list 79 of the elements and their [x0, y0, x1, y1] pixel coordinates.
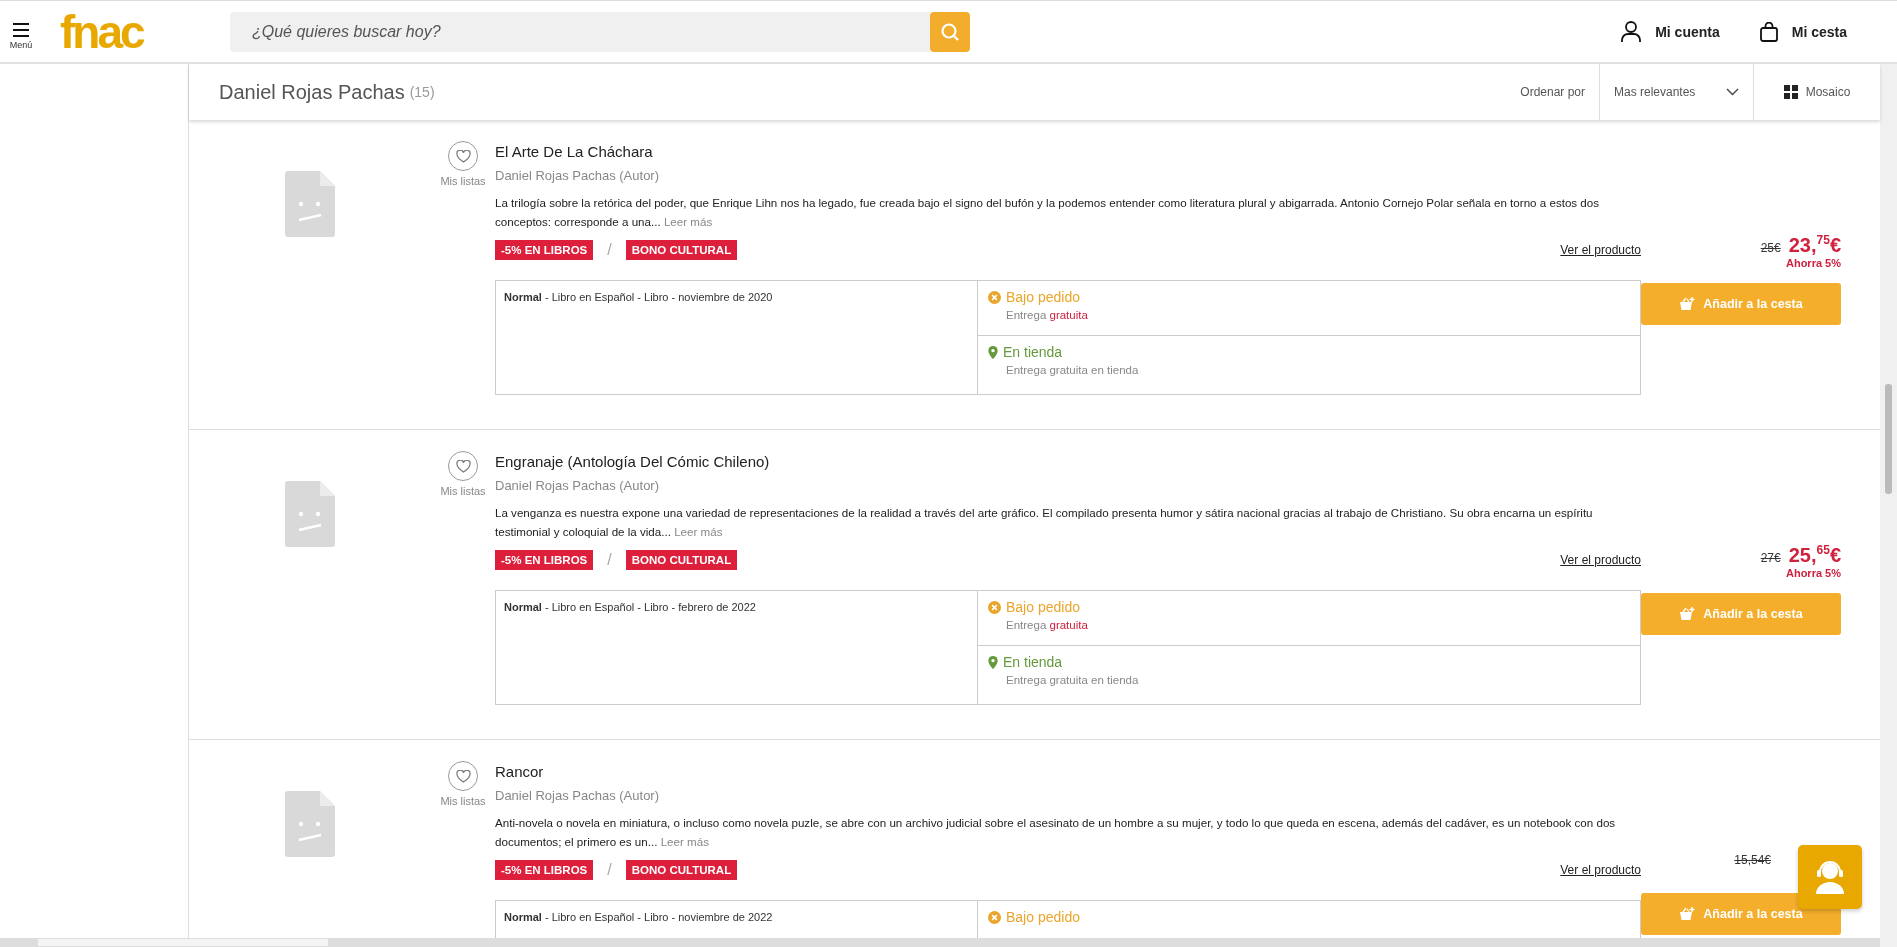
price: 25,$^{65}$€ [1788, 543, 1841, 567]
search-button[interactable] [930, 11, 970, 52]
chevron-down-icon [1726, 88, 1739, 96]
basket-plus-icon [1679, 296, 1696, 311]
promo-badge: -5% EN LIBROS [495, 860, 594, 880]
cross-circle-icon [988, 290, 1001, 304]
menu-icon [13, 23, 29, 37]
cross-circle-icon [988, 600, 1001, 614]
product-author[interactable]: Daniel Rojas Pachas (Autor) [495, 478, 1641, 493]
availability-status: En tienda [1003, 344, 1063, 360]
user-icon [1621, 20, 1642, 43]
results-count: (15) [409, 84, 435, 100]
availability-status: Bajo pedido [1006, 599, 1080, 615]
read-more-link[interactable]: Leer más [660, 835, 709, 848]
search-field[interactable]: ¿Qué quieres buscar hoy? [230, 11, 930, 52]
promo-badge: BONO CULTURAL [625, 240, 738, 260]
read-more-link[interactable]: Leer más [674, 525, 723, 538]
basket-plus-icon [1679, 606, 1696, 621]
delivery-note: Entrega gratuita [1005, 309, 1089, 321]
format-info: Normal - Libro en Español - Libro - febrero de 2022 [504, 601, 756, 613]
product-title[interactable]: Engranaje (Antología Del Cómic Chileno) [495, 453, 1641, 470]
document-icon [285, 481, 335, 547]
badge-separator: / [607, 861, 612, 879]
location-pin-icon [988, 655, 998, 669]
product-description: Anti-novela o novela en miniatura, o incluso como novela puzle, se abre con un archivo judicial sobre el asesinato de un hombre a su mujer, y todo lo que queda en escena, además del cadáver, es un notebook con dos documentos; el primero es un... Leer más [495, 815, 1617, 850]
saving-label: Ahorra 5% [1785, 256, 1841, 269]
saving-label: Ahorra 5% [1785, 566, 1841, 579]
search-icon [940, 21, 960, 42]
product-title[interactable]: Rancor [495, 763, 1641, 780]
support-agent-icon [1813, 859, 1847, 895]
product-description: La trilogía sobre la retórica del poder, que Enrique Lihn nos ha legado, fue creada bajo el signo del bufón y la podemos entender como literatura plural y abigarrada. Antonio Cornejo Polar señala en torno a estos dos conceptos: corresponde a una... Leer más [495, 195, 1601, 230]
read-more-link[interactable]: Leer más [663, 215, 713, 228]
product-author[interactable]: Daniel Rojas Pachas (Autor) [495, 788, 1641, 803]
promo-badge: BONO CULTURAL [625, 860, 738, 880]
availability-status: En tienda [1003, 654, 1063, 670]
view-mode-button[interactable]: Mosaico [1754, 84, 1880, 100]
delivery-note: Entrega gratuita en tienda [1005, 364, 1140, 376]
format-info: Normal - Libro en Español - Libro - noviembre de 2022 [504, 911, 773, 923]
availability-status: Bajo pedido [1006, 289, 1080, 305]
badge-separator: / [607, 551, 612, 569]
badge-separator: / [607, 241, 612, 259]
sort-dropdown[interactable]: Mas relevantes [1599, 64, 1754, 120]
view-product-link[interactable]: Ver el producto [1560, 863, 1641, 877]
price: 23,$^{75}$€ [1788, 233, 1841, 257]
basket-plus-icon [1679, 907, 1696, 921]
account-link[interactable]: Mi cuenta [1621, 20, 1720, 43]
sort-label: Ordenar por [1520, 85, 1585, 99]
old-price: 27€ [1760, 550, 1781, 565]
availability-status: Bajo pedido [1006, 909, 1080, 925]
wishlist-button[interactable]: Mis listas [431, 137, 495, 187]
promo-badge: -5% EN LIBROS [495, 550, 594, 570]
delivery-note: Entrega gratuita [1005, 619, 1089, 631]
product-author[interactable]: Daniel Rojas Pachas (Autor) [495, 168, 1641, 183]
heart-icon [455, 459, 471, 473]
location-pin-icon [988, 345, 998, 359]
menu-button[interactable]: Menú [0, 23, 42, 50]
heart-icon [455, 149, 471, 163]
document-icon [285, 791, 335, 857]
promo-badge: BONO CULTURAL [625, 550, 738, 570]
product-title[interactable]: El Arte De La Cháchara [495, 143, 1641, 160]
support-chat-button[interactable] [1798, 845, 1862, 909]
cart-link[interactable]: Mi cesta [1759, 21, 1847, 42]
product-description: La venganza es nuestra expone una variedad de representaciones de la realidad a través del arte gráfico. El compilado presenta humor y sátira nacional gracias al trabajo de Christiano. Su obra encarna un espíritu testimonial y coloquial de la vida... Leer más [495, 505, 1594, 540]
wishlist-button[interactable]: Mis listas [431, 757, 495, 807]
shopping-bag-icon [1759, 21, 1778, 42]
delivery-note: Entrega gratuita en tienda [1005, 674, 1140, 686]
old-price: 15,54€ [1734, 853, 1771, 867]
promo-badge: -5% EN LIBROS [495, 240, 594, 260]
format-info: Normal - Libro en Español - Libro - noviembre de 2020 [504, 291, 773, 303]
wishlist-button[interactable]: Mis listas [431, 447, 495, 497]
old-price: 25€ [1760, 240, 1781, 255]
heart-icon [455, 769, 471, 783]
grid-icon [1783, 85, 1798, 99]
cross-circle-icon [988, 910, 1001, 924]
view-product-link[interactable]: Ver el producto [1560, 243, 1641, 257]
logo[interactable]: fnac [60, 8, 230, 55]
results-title: Daniel Rojas Pachas [219, 80, 405, 104]
view-product-link[interactable]: Ver el producto [1560, 553, 1641, 567]
document-icon [285, 171, 335, 237]
